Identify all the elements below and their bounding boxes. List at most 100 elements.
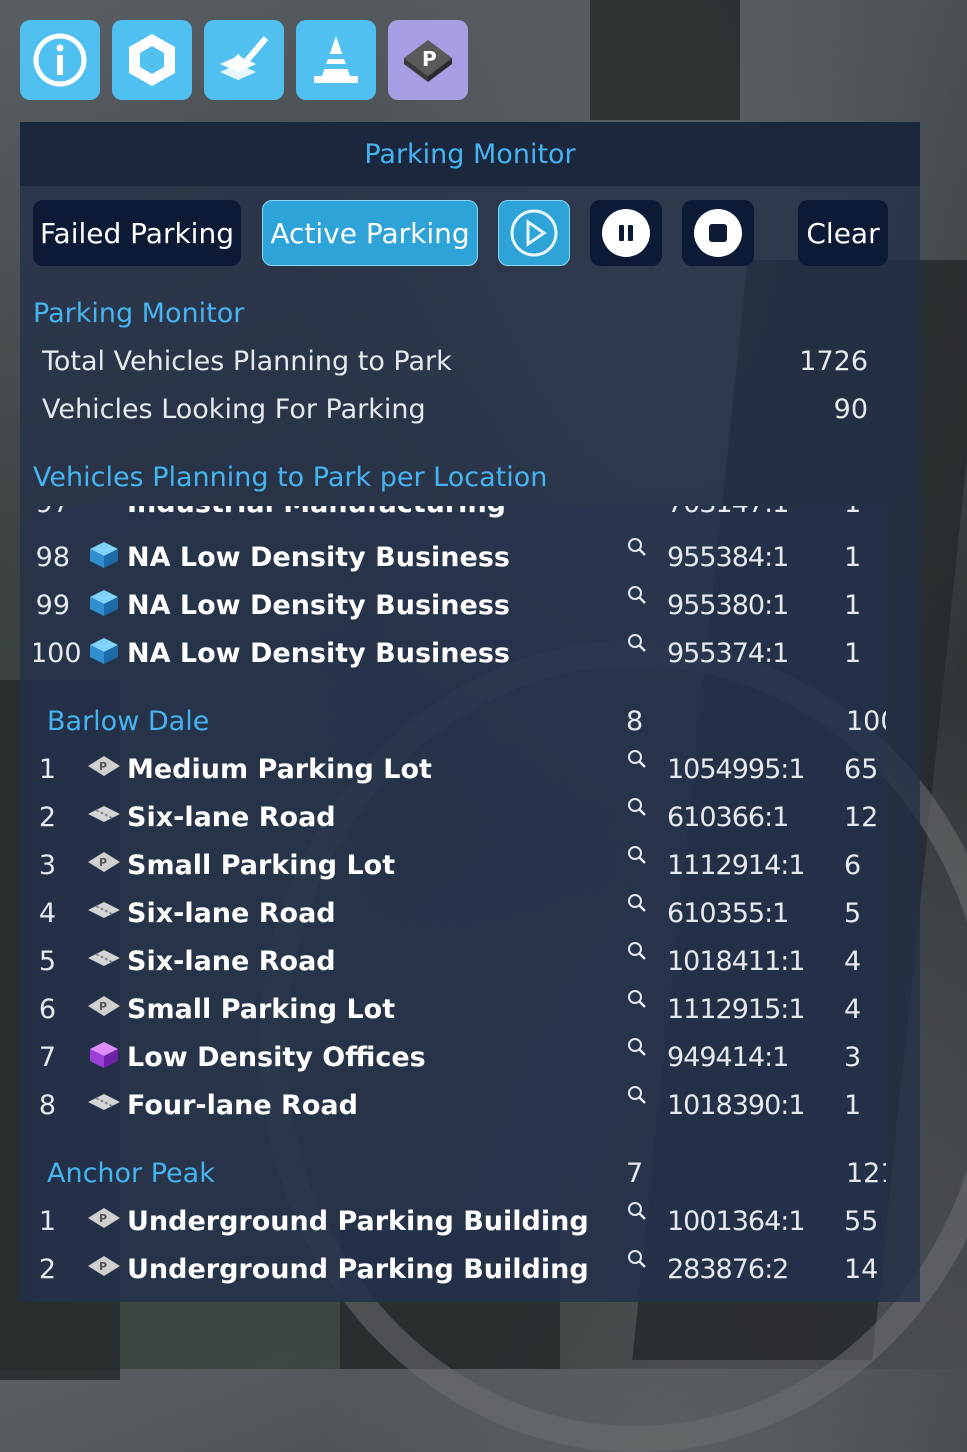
hexagon-icon (129, 34, 175, 86)
group-total: 100 (846, 706, 886, 737)
locations-list[interactable]: 97 Industrial Manufacturing 703147:1 1 9… (34, 506, 886, 1302)
road-icon (88, 806, 120, 822)
search-icon[interactable] (626, 940, 648, 962)
list-item[interactable]: 2 P Underground Parking Building 283876:… (34, 1250, 886, 1302)
row-id: 955380:1 (667, 590, 789, 621)
search-icon[interactable] (626, 748, 648, 770)
search-icon[interactable] (626, 892, 648, 914)
search-icon[interactable] (626, 536, 648, 558)
stats-section-title: Parking Monitor (33, 298, 245, 329)
list-item[interactable]: 100 NA Low Density Business 955374:1 1 (34, 634, 886, 686)
list-item[interactable]: 2 Six-lane Road 610366:1 12 (34, 798, 886, 850)
list-item[interactable]: 1 P Medium Parking Lot 1054995:1 65 (34, 750, 886, 802)
row-name: Six-lane Road (127, 898, 336, 929)
row-index: 99 (35, 590, 70, 621)
row-id: 1112915:1 (667, 994, 806, 1025)
group-total: 121 (846, 1158, 886, 1189)
row-name: Four-lane Road (127, 1090, 358, 1121)
list-item[interactable]: 97 Industrial Manufacturing 703147:1 1 (34, 506, 886, 536)
row-id: 610355:1 (667, 898, 789, 929)
list-item[interactable]: 3 P Small Parking Lot 1112914:1 6 (34, 846, 886, 898)
row-id: 955374:1 (667, 638, 789, 669)
row-count: 1 (844, 638, 862, 669)
pause-button[interactable] (590, 200, 662, 266)
list-item[interactable]: 1 P Underground Parking Building 1001364… (34, 1202, 886, 1254)
clear-button[interactable]: Clear (798, 200, 888, 266)
row-index: 2 (38, 802, 56, 833)
svg-text:P: P (422, 47, 437, 71)
row-count: 5 (844, 898, 862, 929)
row-name: Six-lane Road (127, 802, 336, 833)
panel-header: Parking Monitor (20, 122, 920, 186)
row-id: 1054995:1 (667, 754, 806, 785)
locations-section-title: Vehicles Planning to Park per Location (33, 462, 548, 493)
checkmark-layers-icon (220, 36, 269, 80)
info-button[interactable] (20, 20, 100, 100)
list-item[interactable]: 6 P Small Parking Lot 1112915:1 4 (34, 990, 886, 1042)
search-icon[interactable] (626, 844, 648, 866)
monitor-controls: Failed Parking Active Parking Clear (20, 200, 920, 270)
row-id: 703147:1 (667, 506, 789, 519)
row-index: 100 (34, 638, 82, 669)
row-count: 3 (844, 1042, 862, 1073)
list-item[interactable]: 7 Low Density Offices 949414:1 3 (34, 1038, 886, 1090)
row-count: 4 (844, 994, 862, 1025)
list-item[interactable]: 98 NA Low Density Business 955384:1 1 (34, 538, 886, 590)
parking-lot-icon: P (88, 1256, 120, 1276)
row-id: 1001364:1 (667, 1206, 806, 1237)
traffic-tool-button[interactable] (296, 20, 376, 100)
search-icon[interactable] (626, 988, 648, 1010)
parking-lot-icon: P (88, 756, 120, 776)
search-icon[interactable] (626, 1200, 648, 1222)
stat-label: Total Vehicles Planning to Park (42, 346, 452, 377)
svg-text:P: P (99, 1000, 107, 1013)
search-icon[interactable] (626, 1248, 648, 1270)
play-button[interactable] (498, 200, 570, 266)
row-count: 12 (844, 802, 879, 833)
traffic-cone-icon (314, 36, 358, 83)
row-name: NA Low Density Business (127, 638, 510, 669)
hexagon-tool-button[interactable] (112, 20, 192, 100)
row-index: 4 (38, 898, 56, 929)
row-count: 4 (844, 946, 862, 977)
stat-value: 1726 (799, 346, 868, 377)
row-name: Industrial Manufacturing (127, 506, 506, 519)
blue-building-icon (90, 542, 118, 568)
search-icon[interactable] (626, 1036, 648, 1058)
row-index: 97 (34, 506, 70, 519)
search-icon[interactable] (626, 584, 648, 606)
blue-building-icon (90, 638, 118, 664)
stop-button[interactable] (682, 200, 754, 266)
location-group-header[interactable]: Anchor Peak 7 121 (34, 1158, 886, 1206)
list-item[interactable]: 99 NA Low Density Business 955380:1 1 (34, 586, 886, 638)
search-icon[interactable] (626, 1084, 648, 1106)
list-item[interactable]: 8 Four-lane Road 1018390:1 1 (34, 1086, 886, 1138)
list-item[interactable]: 4 Six-lane Road 610355:1 5 (34, 894, 886, 946)
row-id: 949414:1 (667, 1042, 789, 1073)
row-index: 7 (38, 1042, 56, 1073)
active-parking-button[interactable]: Active Parking (262, 200, 478, 266)
list-item[interactable]: 5 Six-lane Road 1018411:1 4 (34, 942, 886, 994)
row-name: Small Parking Lot (127, 994, 396, 1025)
row-index: 98 (35, 542, 70, 573)
panel-title: Parking Monitor (364, 138, 576, 170)
zoning-tool-button[interactable] (204, 20, 284, 100)
location-group-header[interactable]: Barlow Dale 8 100 (34, 706, 886, 754)
svg-text:P: P (99, 760, 107, 773)
row-count: 14 (844, 1254, 879, 1285)
search-icon[interactable] (626, 796, 648, 818)
row-id: 283876:2 (667, 1254, 789, 1285)
search-icon[interactable] (626, 632, 648, 654)
row-count: 1 (844, 506, 861, 519)
svg-text:P: P (99, 1260, 107, 1273)
parking-tool-button[interactable]: P (388, 20, 468, 100)
parking-sign-icon: P (404, 40, 452, 82)
parking-lot-icon: P (88, 1208, 120, 1228)
row-name: NA Low Density Business (127, 542, 510, 573)
play-icon (510, 209, 558, 257)
info-icon (33, 33, 87, 87)
failed-parking-button[interactable]: Failed Parking (33, 200, 241, 266)
row-name: Small Parking Lot (127, 850, 396, 881)
pause-icon (602, 209, 650, 257)
group-count: 8 (626, 706, 644, 737)
